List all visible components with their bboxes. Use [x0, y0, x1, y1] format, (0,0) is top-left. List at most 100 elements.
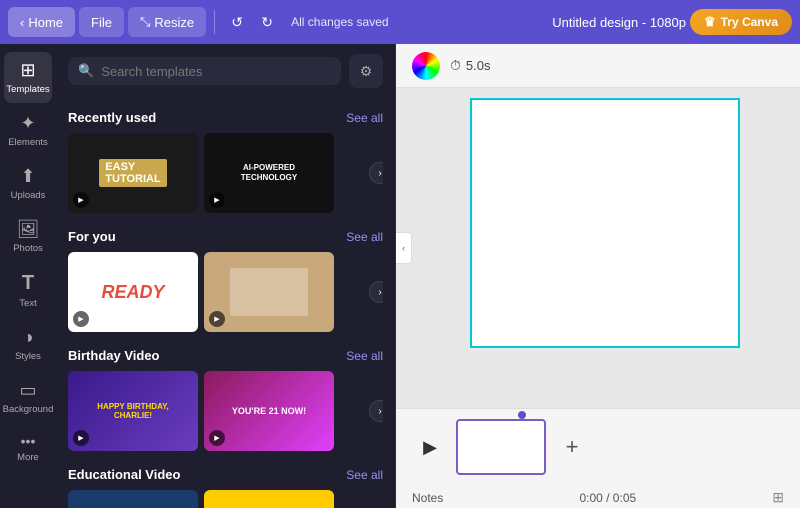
timer-display: ⏱ 5.0s — [450, 57, 491, 74]
templates-panel: 🔍 ⚙ Recently used See all EASYTUT — [56, 44, 396, 508]
templates-scroll: Recently used See all EASYTUTORIAL ▶ — [56, 98, 395, 508]
play-icon-5: ▶ — [73, 430, 89, 446]
template-ai-powered[interactable]: AI-POWEREDTECHNOLOGY ▶ — [204, 133, 334, 213]
crown-icon: ♛ — [704, 14, 716, 30]
saved-status: All changes saved — [291, 15, 388, 29]
sidebar-item-text[interactable]: T Text — [4, 264, 52, 317]
undo-button[interactable]: ↺ — [223, 8, 251, 36]
kraft-inner — [230, 268, 308, 316]
section-recently-used: Recently used See all EASYTUTORIAL ▶ — [56, 102, 395, 221]
birthday-video-header: Birthday Video See all — [68, 348, 383, 363]
search-input-wrapper[interactable]: 🔍 — [68, 57, 341, 85]
for-you-header: For you See all — [68, 229, 383, 244]
birthday-video-see-all[interactable]: See all — [346, 349, 383, 363]
recently-used-title: Recently used — [68, 110, 156, 125]
educational-video-header: Educational Video See all — [68, 467, 383, 482]
birthday-video-arrow[interactable]: › — [369, 400, 383, 422]
filter-button[interactable]: ⚙ — [349, 54, 383, 88]
background-label: Background — [3, 404, 54, 415]
try-canva-button[interactable]: ♛ Try Canva — [690, 9, 792, 35]
play-icon: ▶ — [73, 192, 89, 208]
section-educational-video: Educational Video See all ClassroomRules… — [56, 459, 395, 508]
for-you-arrow[interactable]: › — [369, 281, 383, 303]
notes-label: Notes — [412, 491, 443, 505]
timeline-track: ▶ + — [396, 409, 800, 485]
recently-used-row: EASYTUTORIAL ▶ AI-POWEREDTECHNOLOGY ▶ › — [68, 133, 383, 213]
elements-icon: ✦ — [20, 113, 35, 134]
photos-label: Photos — [13, 243, 43, 254]
timer-icon: ⏱ — [450, 57, 461, 74]
template-happy-edu[interactable]: happy — [204, 490, 334, 508]
play-icon-6: ▶ — [209, 430, 225, 446]
easy-tutorial-text: EASYTUTORIAL — [99, 159, 166, 187]
sidebar-item-elements[interactable]: ✦ Elements — [4, 105, 52, 156]
timeline-clip[interactable] — [456, 419, 546, 475]
canvas-frame — [470, 98, 740, 348]
section-for-you: For you See all READY ▶ ▶ — [56, 221, 395, 340]
ai-powered-text: AI-POWEREDTECHNOLOGY — [241, 163, 297, 184]
recently-used-header: Recently used See all — [68, 110, 383, 125]
for-you-see-all[interactable]: See all — [346, 230, 383, 244]
styles-label: Styles — [15, 351, 41, 362]
home-chevron-icon: ‹ — [20, 15, 24, 30]
more-icon: ••• — [21, 433, 36, 449]
timeline-playhead — [518, 411, 526, 419]
styles-icon: ◑ — [23, 327, 34, 348]
more-label: More — [17, 452, 39, 463]
play-pause-button[interactable]: ▶ — [412, 429, 448, 465]
educational-video-see-all[interactable]: See all — [346, 468, 383, 482]
templates-label: Templates — [6, 84, 49, 95]
canvas-area: ⏱ 5.0s ‹ ▶ + Notes 0:00 / 0:05 ⊞ — [396, 44, 800, 508]
timer-value: 5.0s — [466, 58, 491, 73]
home-button[interactable]: ‹ Home — [8, 7, 75, 37]
filter-icon: ⚙ — [360, 63, 373, 80]
photos-icon: 🖼 — [17, 219, 40, 240]
recently-used-arrow[interactable]: › — [369, 162, 383, 184]
template-bday-21[interactable]: YOU'RE 21 NOW! ▶ — [204, 371, 334, 451]
sidebar-item-more[interactable]: ••• More — [4, 425, 52, 471]
birthday-video-title: Birthday Video — [68, 348, 160, 363]
play-icon-4: ▶ — [209, 311, 225, 327]
file-label: File — [91, 15, 112, 30]
resize-label: Resize — [154, 15, 194, 30]
bday1-text: HAPPY BIRTHDAY,CHARLIE! — [97, 402, 169, 420]
nav-divider — [214, 10, 215, 34]
recently-used-see-all[interactable]: See all — [346, 111, 383, 125]
uploads-label: Uploads — [11, 190, 46, 201]
sidebar-item-background[interactable]: ▭ Background — [4, 372, 52, 423]
design-title: Untitled design - 1080p — [552, 15, 686, 30]
template-kraft[interactable]: ▶ — [204, 252, 334, 332]
for-you-title: For you — [68, 229, 116, 244]
educational-video-row: ClassroomRules happy › — [68, 490, 383, 508]
play-icon-3: ▶ — [73, 311, 89, 327]
background-icon: ▭ — [19, 380, 36, 401]
template-easy-tutorial[interactable]: EASYTUTORIAL ▶ — [68, 133, 198, 213]
undo-redo-group: ↺ ↻ — [223, 8, 281, 36]
top-navigation: ‹ Home File ⤡ Resize ↺ ↻ All changes sav… — [0, 0, 800, 44]
sidebar-item-photos[interactable]: 🖼 Photos — [4, 211, 52, 262]
collapse-handle[interactable]: ‹ — [396, 232, 412, 264]
canvas-workspace: ‹ — [396, 88, 800, 408]
grid-view-button[interactable]: ⊞ — [772, 489, 784, 506]
template-bday-charlie[interactable]: HAPPY BIRTHDAY,CHARLIE! ▶ — [68, 371, 198, 451]
sidebar-item-templates[interactable]: ⊞ Templates — [4, 52, 52, 103]
sidebar-item-uploads[interactable]: ⬆ Uploads — [4, 158, 52, 209]
redo-button[interactable]: ↻ — [253, 8, 281, 36]
ready-text: READY — [101, 282, 164, 303]
resize-button[interactable]: ⤡ Resize — [128, 7, 206, 37]
search-input[interactable] — [101, 64, 331, 79]
color-palette-button[interactable] — [412, 52, 440, 80]
for-you-row: READY ▶ ▶ › — [68, 252, 383, 332]
bday2-text: YOU'RE 21 NOW! — [232, 406, 306, 416]
play-icon-2: ▶ — [209, 192, 225, 208]
templates-icon: ⊞ — [20, 60, 35, 81]
add-clip-button[interactable]: + — [554, 429, 590, 465]
file-button[interactable]: File — [79, 7, 124, 37]
template-classroom-rules[interactable]: ClassroomRules — [68, 490, 198, 508]
elements-label: Elements — [8, 137, 48, 148]
template-ready[interactable]: READY ▶ — [68, 252, 198, 332]
timeline-area: ▶ + Notes 0:00 / 0:05 ⊞ — [396, 408, 800, 508]
birthday-video-row: HAPPY BIRTHDAY,CHARLIE! ▶ YOU'RE 21 NOW!… — [68, 371, 383, 451]
try-canva-label: Try Canva — [721, 15, 778, 29]
sidebar-item-styles[interactable]: ◑ Styles — [4, 319, 52, 370]
